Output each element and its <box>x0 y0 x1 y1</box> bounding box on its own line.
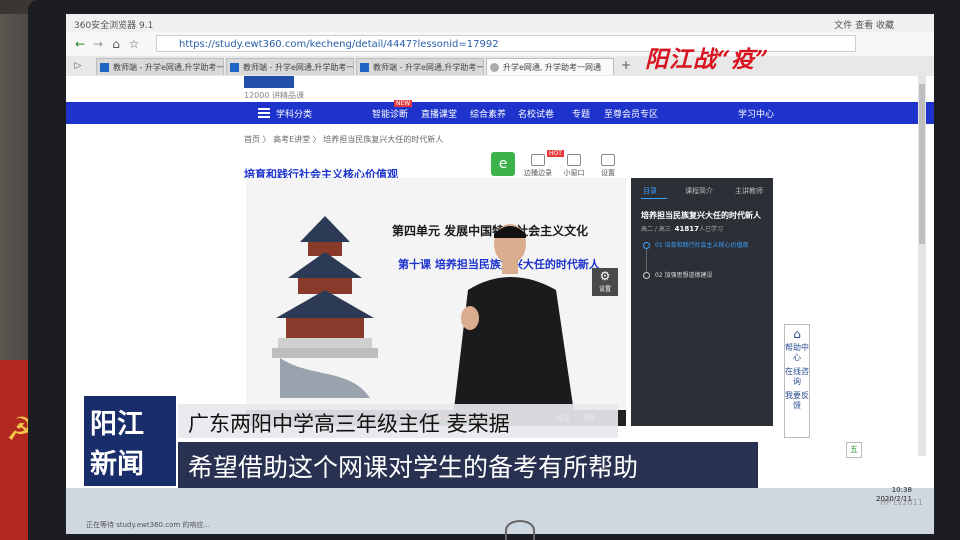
course-panel: 目录 课程简介 主讲教师 培养担当民族复兴大任的时代新人 高二 / 高三 418… <box>631 178 773 426</box>
tab-3[interactable]: 教师端 - 升学e网通,升学助考一网 <box>356 58 484 75</box>
address-bar: ← → ⌂ ☆ https://study.ewt360.com/kecheng… <box>66 32 934 57</box>
campaign-watermark: 阳江战“疫” <box>645 46 770 73</box>
speaker-name: 广东两阳中学高三年级主任 麦荣据 <box>188 412 510 436</box>
window-icon <box>567 154 581 166</box>
record-button[interactable]: 边播边录 <box>521 154 555 178</box>
learner-count: 41817 <box>674 225 700 233</box>
tool-label: 边播边录 <box>524 169 552 177</box>
tab-bar: ▷ 教师端 - 升学e网通,升学助考一网 教师端 - 升学e网通,升学助考一网 … <box>66 56 934 77</box>
player-settings-label: 设置 <box>598 286 611 293</box>
browser-titlebar: 360安全浏览器 9.1 文件 查看 收藏 <box>66 14 934 32</box>
nav-item-exams[interactable]: 名校试卷 <box>518 107 554 120</box>
tab-label: 教师端 - 升学e网通,升学助考一网 <box>373 63 484 72</box>
site-icon <box>360 63 369 72</box>
tab-2[interactable]: 教师端 - 升学e网通,升学助考一网 <box>226 58 354 75</box>
active-tab-indicator <box>641 198 667 199</box>
help-center-link[interactable]: 帮助中心 <box>785 343 809 363</box>
breadcrumb[interactable]: 首页 〉 高考E讲堂 〉 培养担当民族复兴大任的时代新人 <box>244 134 443 145</box>
news-brand-logo: 阳江 新闻 <box>82 394 178 488</box>
tab-label: 教师端 - 升学e网通,升学助考一网 <box>113 63 224 72</box>
monitor-model: HP LV2011 <box>880 498 923 507</box>
star-icon[interactable]: ☆ <box>126 36 142 52</box>
site-subtitle: 12000 讲精品课 <box>244 91 304 100</box>
course-meta: 高二 / 高三 41817人已学习 <box>641 224 723 233</box>
clock-time: 10:38 <box>891 486 912 494</box>
player-tools: 边播边录 HOT 小窗口 设置 <box>491 150 621 178</box>
nav-learning-center[interactable]: 学习中心 <box>738 107 774 120</box>
home-icon[interactable]: ⌂ <box>108 36 124 52</box>
sidebar-toggle-icon[interactable]: ▷ <box>70 58 86 74</box>
scrollbar-thumb[interactable] <box>919 84 925 244</box>
tool-label: 小窗口 <box>563 169 585 177</box>
home-icon[interactable]: ⌂ <box>785 328 809 340</box>
nav-item-literacy[interactable]: 综合素养 <box>470 107 506 120</box>
quote-caption: 希望借助这个网课对学生的备考有所帮助 <box>178 442 758 488</box>
timeline-dot <box>643 242 650 249</box>
forward-icon[interactable]: → <box>90 36 106 52</box>
help-column: ⌂ 帮助中心 在线咨询 我要反馈 <box>784 324 810 438</box>
tab-label: 教师端 - 升学e网通,升学助考一网 <box>243 63 354 72</box>
tab-1[interactable]: 教师端 - 升学e网通,升学助考一网 <box>96 58 224 75</box>
brand-line-1: 阳江 <box>90 409 144 440</box>
timeline-dot <box>643 272 650 279</box>
online-consult-link[interactable]: 在线咨询 <box>785 367 809 387</box>
lesson-item-1[interactable]: 01 培育和践行社会主义核心价值观 <box>655 240 749 249</box>
browser-status: 正在等待 study.ewt360.com 的响应... <box>86 521 211 529</box>
tool-label: 设置 <box>601 169 615 177</box>
speaker-caption: 广东两阳中学高三年级主任 麦荣据 <box>178 404 618 438</box>
lesson-item-2[interactable]: 02 加强思想道德建设 <box>655 270 713 279</box>
site-icon <box>100 63 109 72</box>
window-title: 360安全浏览器 9.1 <box>74 21 154 31</box>
tab-catalog[interactable]: 目录 <box>643 186 657 196</box>
site-header: 12000 讲精品课 <box>66 76 934 104</box>
hp-logo-icon <box>505 520 535 540</box>
nav-item-topics[interactable]: 专题 <box>572 107 590 120</box>
nav-category[interactable]: 学科分类 <box>276 107 312 120</box>
mini-window-button[interactable]: 小窗口 <box>557 154 591 178</box>
gear-icon: ⚙ <box>599 269 611 283</box>
window-menu[interactable]: 文件 查看 收藏 <box>834 18 894 31</box>
site-nav: 学科分类 智能诊断 NEW 直播课堂 综合素养 名校试卷 专题 至尊会员专区 学… <box>66 100 934 124</box>
brand-line-2: 新闻 <box>90 449 144 480</box>
tab-teacher[interactable]: 主讲教师 <box>735 186 763 196</box>
back-icon[interactable]: ← <box>72 36 88 52</box>
player-settings-button[interactable]: ⚙ 设置 <box>592 268 618 296</box>
gear-icon <box>601 154 615 166</box>
nav-item-diagnosis[interactable]: 智能诊断 <box>372 107 408 120</box>
tab-intro[interactable]: 课程简介 <box>685 186 713 196</box>
site-icon <box>230 63 239 72</box>
temple-of-heaven-image <box>272 216 378 398</box>
menu-icon <box>258 108 270 118</box>
record-icon <box>531 154 545 166</box>
learner-suffix: 人已学习 <box>699 226 724 233</box>
new-tab-button[interactable]: + <box>618 57 634 73</box>
settings-button[interactable]: 设置 <box>591 154 625 178</box>
quote-text: 希望借助这个网课对学生的备考有所帮助 <box>188 453 639 482</box>
course-title: 培养担当民族复兴大任的时代新人 <box>641 211 761 220</box>
new-badge: NEW <box>394 100 413 107</box>
tab-4[interactable]: 升学e网通, 升学助考一网通 <box>486 58 614 75</box>
nav-item-vip[interactable]: 至尊会员专区 <box>604 107 658 120</box>
site-logo <box>244 76 294 88</box>
course-grade: 高二 / 高三 <box>641 226 671 233</box>
teacher-figure <box>452 224 576 426</box>
feedback-link[interactable]: 我要反馈 <box>785 391 809 411</box>
nav-item-live[interactable]: 直播课堂 <box>421 107 457 120</box>
video-player[interactable]: 第四单元 发展中国特色社会主义文化 第十课 培养担当民族复兴大任的时代新人 ⚙ … <box>246 178 626 426</box>
loading-icon <box>490 63 499 72</box>
ime-indicator[interactable]: 五 <box>846 442 862 458</box>
tab-label: 升学e网通, 升学助考一网通 <box>503 63 602 72</box>
